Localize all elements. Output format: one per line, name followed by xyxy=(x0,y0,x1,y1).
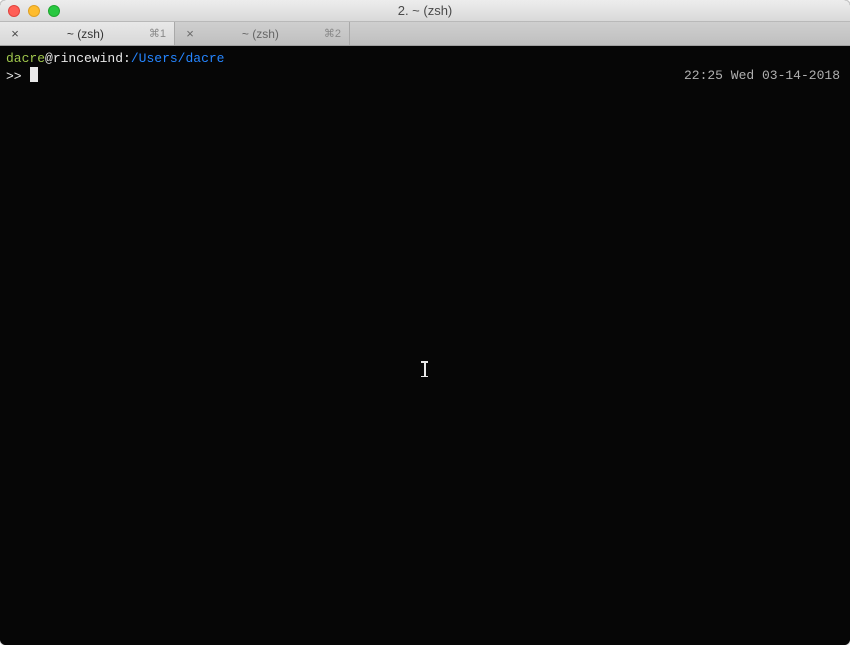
close-window-icon[interactable] xyxy=(8,5,20,17)
prompt-user: dacre xyxy=(6,51,45,66)
tab-2[interactable]: × ~ (zsh) ⌘2 xyxy=(175,22,350,45)
traffic-lights xyxy=(0,5,60,17)
tab-shortcut: ⌘2 xyxy=(324,27,341,40)
titlebar[interactable]: 2. ~ (zsh) xyxy=(0,0,850,22)
window-title: 2. ~ (zsh) xyxy=(0,3,850,18)
zoom-window-icon[interactable] xyxy=(48,5,60,17)
mouse-ibeam-cursor-icon xyxy=(421,361,428,377)
minimize-window-icon[interactable] xyxy=(28,5,40,17)
tab-label: ~ (zsh) xyxy=(28,27,143,41)
prompt-line-1: dacre@rincewind:/Users/dacre xyxy=(6,50,844,67)
prompt-sep: : xyxy=(123,51,131,66)
tab-bar: × ~ (zsh) ⌘1 × ~ (zsh) ⌘2 xyxy=(0,22,850,46)
right-prompt-datetime: 22:25 Wed 03-14-2018 xyxy=(684,67,840,84)
prompt-host: rincewind xyxy=(53,51,123,66)
tab-1[interactable]: × ~ (zsh) ⌘1 xyxy=(0,22,175,45)
close-tab-icon[interactable]: × xyxy=(183,27,197,41)
terminal-viewport[interactable]: dacre@rincewind:/Users/dacre >> 22:25 We… xyxy=(0,46,850,645)
prompt-at: @ xyxy=(45,51,53,66)
prompt-symbol: >> xyxy=(6,69,29,84)
terminal-window: 2. ~ (zsh) × ~ (zsh) ⌘1 × ~ (zsh) ⌘2 dac… xyxy=(0,0,850,645)
tab-shortcut: ⌘1 xyxy=(149,27,166,40)
tab-label: ~ (zsh) xyxy=(203,27,318,41)
close-tab-icon[interactable]: × xyxy=(8,27,22,41)
prompt-path: /Users/dacre xyxy=(131,51,225,66)
terminal-cursor xyxy=(30,67,38,82)
